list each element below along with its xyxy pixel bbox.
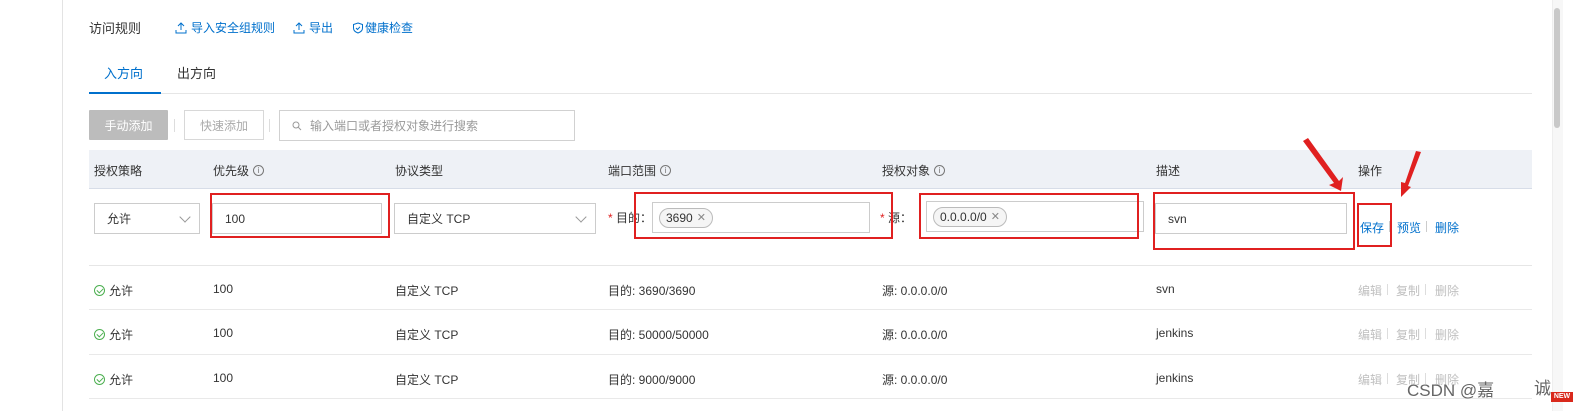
priority-cell: 100	[213, 371, 234, 385]
delete-link[interactable]: 删除	[1435, 326, 1459, 343]
tab-outbound[interactable]: 出方向	[177, 63, 216, 82]
annotation-box-save	[1357, 203, 1392, 247]
desc-cell: jenkins	[1156, 326, 1194, 340]
manual-add-button[interactable]: 手动添加	[89, 110, 168, 140]
policy-cell: 允许	[94, 282, 133, 299]
copy-link[interactable]: 复制	[1396, 282, 1420, 299]
import-rules-label: 导入安全组规则	[191, 21, 276, 35]
toolbar-separator	[269, 119, 270, 132]
column-header-port: 端口范围 i	[608, 162, 672, 179]
column-header-label: 授权对象	[882, 164, 931, 178]
column-header-label: 授权策略	[94, 164, 143, 178]
delete-link[interactable]: 删除	[1435, 282, 1459, 299]
column-header-label: 优先级	[213, 164, 250, 178]
action-separator	[1425, 328, 1426, 339]
priority-cell: 100	[213, 326, 234, 340]
column-header-protocol: 协议类型	[395, 162, 443, 179]
column-header-object: 授权对象 i	[882, 162, 946, 179]
edit-link[interactable]: 编辑	[1358, 371, 1382, 388]
object-cell: 源: 0.0.0.0/0	[882, 328, 948, 342]
annotation-box-priority	[210, 193, 390, 238]
tab-divider	[89, 93, 1532, 94]
required-mark: *	[608, 211, 613, 225]
check-circle-icon	[94, 329, 105, 340]
policy-text: 允许	[109, 284, 134, 298]
preview-link[interactable]: 预览	[1397, 219, 1421, 236]
delete-link[interactable]: 删除	[1435, 219, 1459, 236]
policy-cell: 允许	[94, 326, 133, 343]
import-rules-link[interactable]: 导入安全组规则	[175, 19, 275, 36]
search-icon	[292, 121, 302, 130]
check-circle-icon	[94, 374, 105, 385]
policy-select-value: 允许	[107, 212, 132, 226]
column-header-policy: 授权策略	[94, 162, 142, 179]
protocol-cell: 自定义 TCP	[395, 328, 459, 342]
row-divider	[89, 265, 1532, 266]
column-header-desc: 描述	[1156, 162, 1180, 179]
protocol-cell: 自定义 TCP	[395, 284, 459, 298]
action-separator	[1425, 284, 1426, 295]
upload-icon	[175, 21, 187, 33]
copy-link[interactable]: 复制	[1396, 326, 1420, 343]
object-cell: 源: 0.0.0.0/0	[882, 284, 948, 298]
tab-inbound[interactable]: 入方向	[104, 63, 143, 82]
protocol-select-value: 自定义 TCP	[407, 212, 471, 226]
info-icon[interactable]: i	[253, 165, 265, 176]
scrollbar-thumb[interactable]	[1554, 8, 1560, 128]
chevron-down-icon	[179, 211, 191, 223]
export-link[interactable]: 导出	[293, 19, 333, 36]
export-icon	[293, 21, 305, 33]
action-separator	[1387, 284, 1388, 295]
info-icon[interactable]: i	[660, 165, 672, 176]
check-circle-icon	[94, 285, 105, 296]
edit-link[interactable]: 编辑	[1358, 326, 1382, 343]
protocol-cell: 自定义 TCP	[395, 373, 459, 387]
object-cell: 源: 0.0.0.0/0	[882, 373, 948, 387]
desc-cell: jenkins	[1156, 371, 1194, 385]
row-divider	[89, 354, 1532, 355]
action-separator	[1387, 373, 1388, 384]
action-separator	[1426, 221, 1427, 232]
annotation-arrows	[1303, 138, 1421, 197]
new-badge: NEW	[1551, 392, 1573, 402]
section-title: 访问规则	[89, 21, 142, 36]
port-cell: 目的: 3690/3690	[608, 284, 696, 298]
action-separator	[1387, 328, 1388, 339]
tab-active-indicator	[89, 92, 161, 94]
row-divider	[89, 309, 1532, 310]
health-check-link[interactable]: 健康检查	[352, 19, 413, 36]
export-label: 导出	[309, 21, 334, 35]
arrow-icon	[1303, 138, 1343, 191]
policy-select[interactable]: 允许	[94, 203, 200, 234]
watermark: CSDN @嘉	[1407, 381, 1495, 400]
column-header-label: 端口范围	[608, 164, 657, 178]
toolbar-separator	[174, 119, 175, 132]
annotation-box-object	[919, 193, 1139, 239]
shield-check-icon	[353, 21, 363, 34]
chevron-down-icon	[575, 211, 587, 223]
column-header-label: 协议类型	[395, 164, 444, 178]
policy-text: 允许	[109, 373, 134, 387]
port-cell: 目的: 9000/9000	[608, 373, 696, 387]
edit-link[interactable]: 编辑	[1358, 282, 1382, 299]
row-divider	[89, 398, 1532, 399]
column-header-priority: 优先级 i	[213, 162, 265, 179]
desc-cell: svn	[1156, 282, 1175, 296]
search-box[interactable]	[279, 110, 575, 141]
port-cell: 目的: 50000/50000	[608, 328, 709, 342]
info-icon[interactable]: i	[934, 165, 946, 176]
health-check-label: 健康检查	[365, 21, 414, 35]
arrow-icon	[1401, 151, 1421, 197]
quick-add-button[interactable]: 快速添加	[184, 110, 264, 140]
watermark: 诚	[1534, 379, 1551, 398]
column-header-label: 描述	[1156, 164, 1181, 178]
priority-cell: 100	[213, 282, 234, 296]
annotation-box-port	[634, 192, 893, 239]
left-divider	[62, 0, 63, 411]
search-input[interactable]	[308, 117, 562, 134]
protocol-select[interactable]: 自定义 TCP	[394, 203, 596, 234]
policy-text: 允许	[109, 328, 134, 342]
policy-cell: 允许	[94, 371, 133, 388]
